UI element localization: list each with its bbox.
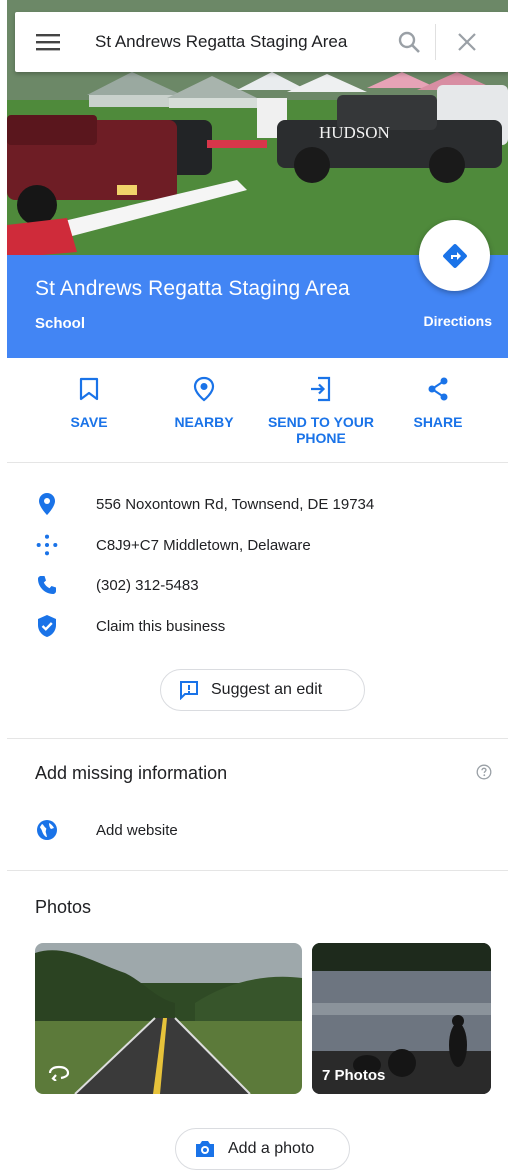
action-row: SAVE NEARBY SEND TO YOUR PHONE SHARE [7, 358, 508, 462]
save-label: SAVE [70, 414, 108, 430]
search-icon[interactable] [391, 24, 427, 60]
add-website-row[interactable]: Add website [35, 818, 178, 842]
plus-code-text: C8J9+C7 Middletown, Delaware [96, 536, 311, 554]
divider [7, 738, 508, 739]
share-button[interactable]: SHARE [383, 374, 493, 430]
phone-row[interactable]: (302) 312-5483 [35, 573, 199, 597]
help-icon[interactable] [476, 764, 492, 785]
directions-button[interactable] [419, 220, 490, 291]
location-pin-icon [39, 493, 55, 515]
phone-icon [38, 576, 56, 594]
nearby-button[interactable]: NEARBY [149, 374, 259, 430]
add-photo-label: Add a photo [228, 1140, 315, 1157]
claim-business-row[interactable]: Claim this business [35, 614, 225, 638]
share-icon [428, 377, 448, 401]
nearby-label: NEARBY [174, 414, 234, 430]
street-view-photo[interactable] [35, 943, 302, 1094]
directions-label[interactable]: Directions [424, 313, 492, 329]
share-label: SHARE [413, 414, 463, 430]
place-category[interactable]: School [35, 315, 85, 332]
address-text: 556 Noxontown Rd, Townsend, DE 19734 [96, 495, 375, 513]
camera-icon [196, 1141, 214, 1157]
photo-count-label: 7 Photos [322, 1067, 386, 1084]
add-photo-button[interactable]: Add a photo [175, 1128, 350, 1170]
add-website-text: Add website [96, 821, 178, 839]
address-row[interactable]: 556 Noxontown Rd, Townsend, DE 19734 [35, 492, 374, 516]
nearby-pin-icon [193, 376, 215, 402]
plus-code-icon [36, 534, 58, 556]
close-icon[interactable] [449, 24, 485, 60]
photos-gallery-tile[interactable]: 7 Photos [312, 943, 491, 1094]
plus-code-row[interactable]: C8J9+C7 Middletown, Delaware [35, 533, 311, 557]
send-to-phone-button[interactable]: SEND TO YOUR PHONE [266, 374, 376, 446]
suggest-edit-button[interactable]: Suggest an edit [160, 669, 365, 711]
search-divider [435, 24, 436, 60]
feedback-icon [180, 681, 198, 700]
search-input[interactable]: St Andrews Regatta Staging Area [95, 32, 377, 52]
send-to-phone-label: SEND TO YOUR PHONE [267, 414, 375, 446]
divider [7, 462, 508, 463]
photos-heading: Photos [35, 897, 92, 917]
hamburger-menu-icon[interactable] [33, 27, 63, 57]
send-to-phone-icon [311, 376, 331, 402]
missing-info-heading: Add missing information [35, 763, 228, 783]
directions-icon [442, 243, 467, 268]
truck-logo-text: HUDSON [319, 123, 390, 142]
phone-text: (302) 312-5483 [96, 576, 199, 594]
verified-shield-icon [38, 615, 56, 637]
bookmark-icon [79, 377, 99, 401]
divider [7, 870, 508, 871]
save-button[interactable]: SAVE [34, 374, 144, 430]
search-bar: St Andrews Regatta Staging Area [15, 12, 508, 72]
suggest-edit-label: Suggest an edit [211, 681, 323, 698]
place-title: St Andrews Regatta Staging Area [35, 277, 350, 300]
claim-business-text: Claim this business [96, 617, 226, 635]
street-view-image [35, 943, 302, 1094]
street-view-360-icon [47, 1065, 71, 1086]
globe-icon [37, 820, 57, 840]
